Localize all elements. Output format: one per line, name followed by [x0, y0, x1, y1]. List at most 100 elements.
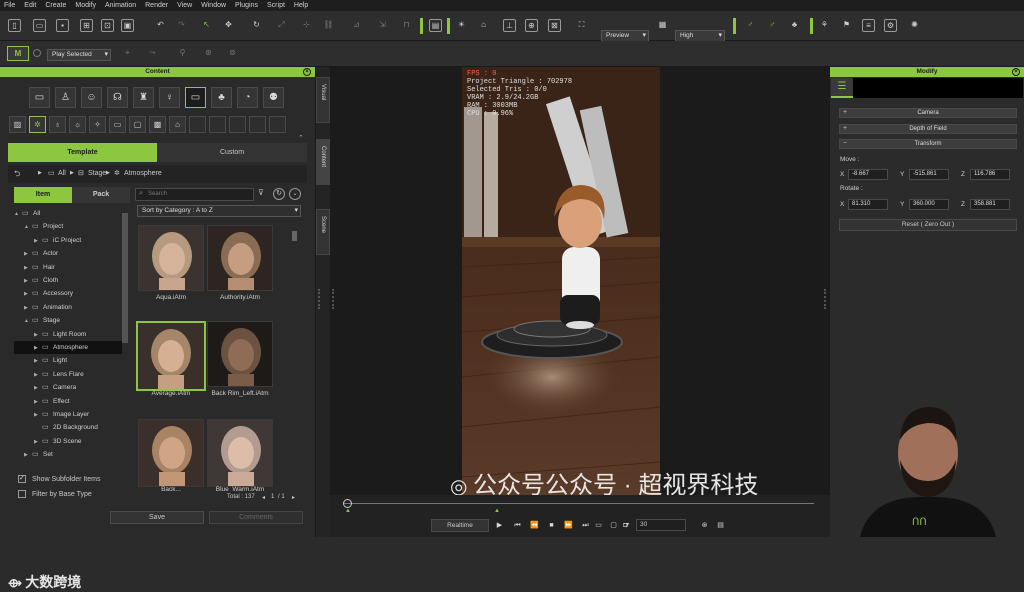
network-icon[interactable]: ⚘ [818, 19, 831, 32]
tree-item[interactable]: ▲ ▭ Project [14, 220, 122, 233]
page-number[interactable]: 1 [271, 494, 274, 500]
fast-forward-icon[interactable]: ⏩ [563, 520, 574, 531]
grid-icon[interactable]: ⊕ [525, 19, 538, 32]
tree-category-icon[interactable]: ♣ [211, 87, 232, 108]
lens-icon[interactable]: ☼ [69, 116, 86, 133]
items-scrollbar[interactable] [292, 231, 297, 241]
tree-item[interactable]: ▶ ▭ Actor [14, 247, 122, 260]
tree-item[interactable]: ▲ ▭ Stage [14, 314, 122, 327]
stop-icon[interactable]: ■ [546, 520, 557, 531]
timeline-track[interactable] [344, 503, 814, 504]
rotate-y-field[interactable]: 360.000 [909, 199, 949, 210]
rotate-x-field[interactable]: 81.310 [848, 199, 888, 210]
tab-template[interactable]: Template [8, 143, 157, 162]
viewport-splitter[interactable] [332, 289, 334, 309]
thumb-back[interactable] [138, 419, 204, 487]
comments-button[interactable]: Comments [209, 511, 303, 524]
rotate-z-field[interactable]: 358.881 [970, 199, 1010, 210]
image-icon[interactable]: ▨ [9, 116, 26, 133]
save-button[interactable]: Save [110, 511, 204, 524]
tab-scene[interactable]: Scene [316, 209, 330, 255]
scene-house-icon[interactable]: ⌂ [169, 116, 186, 133]
menu-help[interactable]: Help [294, 2, 308, 9]
material-category-icon[interactable]: ⚉ [263, 87, 284, 108]
quality-icon[interactable]: ▦ [656, 19, 669, 32]
actor-category-icon[interactable]: ♙ [55, 87, 76, 108]
camera-icon[interactable]: ▭ [109, 116, 126, 133]
tree-item[interactable]: ▶ ▭ 3D Scene [14, 435, 122, 448]
atmosphere-icon[interactable]: ✲ [29, 116, 46, 133]
move-tool-icon[interactable]: ✥ [222, 19, 235, 32]
filter-base-checkbox[interactable] [18, 490, 26, 498]
play-selected-select[interactable]: Play Selected [47, 49, 111, 61]
tree-expand-icon[interactable]: ▶ [24, 302, 32, 315]
tree-expand-icon[interactable]: ▶ [34, 355, 42, 368]
pick-parent-icon[interactable]: ⊹ [300, 19, 313, 32]
menu-file[interactable]: File [4, 2, 15, 9]
axis-icon[interactable]: ⊠ [548, 19, 561, 32]
back-icon[interactable]: ⮌ [14, 168, 20, 182]
splitter-handle[interactable] [318, 289, 328, 309]
export-icon[interactable]: ⊡ [101, 19, 114, 32]
menu-plugins[interactable]: Plugins [235, 2, 258, 9]
breadcrumb-atmosphere[interactable]: Atmosphere [124, 170, 162, 177]
undo-icon[interactable]: ↶ [154, 19, 167, 32]
open-icon[interactable]: ▭ [33, 19, 46, 32]
section-depth-of-field[interactable]: + Depth of Field [839, 124, 1017, 134]
toggle-icon[interactable] [33, 49, 41, 57]
realtime-button[interactable]: Realtime [431, 519, 489, 532]
tree-item[interactable]: ▶ ▭ Set [14, 448, 122, 461]
tree-item[interactable]: ▭ 2D Background [14, 421, 122, 434]
camera-follow-icon[interactable]: ⊚ [226, 47, 239, 60]
loop-icon[interactable]: ▭ [593, 520, 604, 531]
group-icon[interactable]: ♣ [788, 19, 801, 32]
end-marker-icon[interactable]: ▲ [494, 508, 500, 514]
menu-modify[interactable]: Modify [75, 2, 96, 9]
menu-animation[interactable]: Animation [105, 2, 136, 9]
settings-icon[interactable]: ⚙ [884, 19, 897, 32]
stage-category-icon[interactable]: ▭ [185, 87, 206, 108]
tree-item[interactable]: ▶ ▭ Accessory [14, 287, 122, 300]
tree-expand-icon[interactable]: ▶ [24, 248, 32, 261]
tree-expand-icon[interactable]: ▲ [24, 221, 32, 234]
search-input[interactable]: ⌕ Search [135, 188, 254, 201]
redo-icon[interactable]: ↷ [175, 19, 188, 32]
start-marker-icon[interactable]: ▲ [345, 508, 351, 514]
folder-category-icon[interactable]: ▭ [29, 87, 50, 108]
tree-expand-icon[interactable]: ▶ [34, 369, 42, 382]
align-icon[interactable]: ⇲ [376, 19, 389, 32]
collapse-icon[interactable]: ⌃ [298, 134, 304, 142]
tree-item[interactable]: ▶ ▭ Effect [14, 395, 122, 408]
tab-item[interactable]: Item [14, 187, 72, 203]
tree-item[interactable]: ▶ ▭ Animation [14, 301, 122, 314]
thumb-average[interactable] [136, 321, 206, 391]
tab-custom[interactable]: Custom [157, 143, 307, 162]
thumb-aqua[interactable] [138, 225, 204, 291]
tree-expand-icon[interactable]: ▶ [34, 382, 42, 395]
tree-item[interactable]: ▶ ▭ Atmosphere [14, 341, 122, 354]
picture-icon[interactable]: ▩ [149, 116, 166, 133]
play-icon[interactable]: ▶ [494, 520, 505, 531]
tree-item[interactable]: ▶ ▭ Camera [14, 381, 122, 394]
walk-icon[interactable]: ⚲ [176, 47, 189, 60]
breadcrumb-all[interactable]: All [58, 170, 66, 177]
music-icon[interactable]: ♪ [621, 520, 632, 531]
menu-edit[interactable]: Edit [24, 2, 36, 9]
path-icon[interactable]: ⤳ [146, 47, 159, 60]
close-icon[interactable]: × [303, 68, 311, 76]
sliders-icon[interactable]: ☰ [831, 78, 853, 98]
render-icon[interactable]: ▣ [121, 19, 134, 32]
menu-create[interactable]: Create [45, 2, 66, 9]
screen-icon[interactable]: ▢ [129, 116, 146, 133]
new-icon[interactable]: ▯ [8, 19, 21, 32]
tree-item[interactable]: ▶ ▭ Cloth [14, 274, 122, 287]
zoom-fit-icon[interactable]: ⛶ [575, 19, 588, 32]
filter-icon[interactable]: ⊽ [258, 188, 270, 201]
section-camera[interactable]: + Camera [839, 108, 1017, 118]
tree-expand-icon[interactable]: ▶ [34, 342, 42, 355]
next-page-icon[interactable]: ▸ [292, 494, 295, 501]
timeline-view-icon[interactable]: ▤ [715, 520, 726, 531]
tree-item[interactable]: ▶ ▭ Light [14, 354, 122, 367]
import-icon[interactable]: ⊞ [80, 19, 93, 32]
flare-icon[interactable]: ✧ [89, 116, 106, 133]
